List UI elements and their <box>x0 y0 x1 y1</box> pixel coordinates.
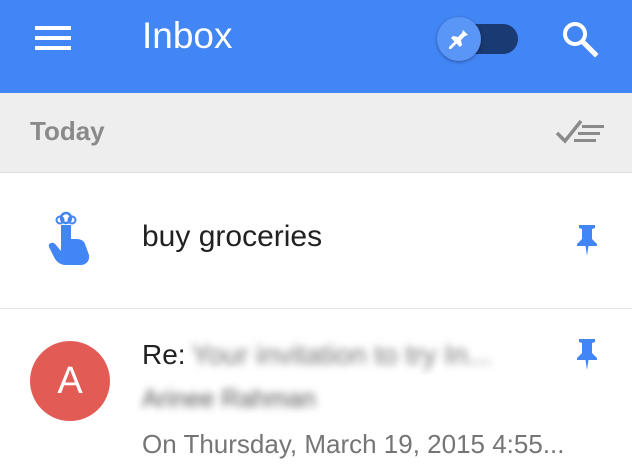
search-button[interactable] <box>558 18 602 58</box>
subject-text: Your invitation to try In... <box>191 339 491 370</box>
search-icon <box>563 22 599 58</box>
section-title: Today <box>30 116 105 146</box>
app-bar: Inbox <box>0 0 632 93</box>
pinned-icon[interactable] <box>574 223 600 257</box>
email-subject: Re: Your invitation to try In... <box>142 335 562 375</box>
reminder-title: buy groceries <box>142 220 323 253</box>
list-item-email[interactable]: A Re: Your invitation to try In... Arinee… <box>0 309 632 473</box>
app-title: Inbox <box>142 15 233 56</box>
email-snippet: On Thursday, March 19, 2015 4:55... <box>142 429 565 459</box>
menu-button[interactable] <box>28 20 78 56</box>
reminder-finger-icon <box>44 211 96 267</box>
avatar: A <box>30 341 110 421</box>
section-header: Today <box>0 93 632 173</box>
pinned-icon[interactable] <box>574 337 600 371</box>
hamburger-menu-icon <box>35 26 71 50</box>
pinned-filter-toggle[interactable] <box>434 16 520 62</box>
subject-prefix: Re: <box>142 339 186 370</box>
toggle-thumb[interactable] <box>437 17 481 61</box>
list-item-reminder[interactable]: buy groceries <box>0 173 632 309</box>
sweep-done-icon <box>555 119 604 144</box>
pin-icon <box>449 30 468 49</box>
sweep-button[interactable] <box>554 113 608 149</box>
email-sender: Arinee Rahman <box>142 385 316 413</box>
